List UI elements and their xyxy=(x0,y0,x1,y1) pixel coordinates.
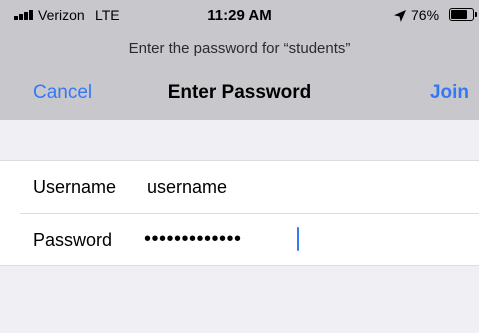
join-button[interactable]: Join xyxy=(430,82,469,104)
network-prompt: Enter the password for “students” xyxy=(128,40,351,57)
password-input[interactable]: ••••••••••••• xyxy=(144,228,242,250)
status-time: 11:29 AM xyxy=(207,7,272,24)
username-row[interactable]: Username xyxy=(0,161,479,213)
username-input[interactable] xyxy=(147,171,467,203)
battery-percent: 76% xyxy=(411,7,440,23)
status-bar: Verizon LTE 11:29 AM 76% xyxy=(0,0,479,34)
location-arrow-icon xyxy=(394,10,406,22)
password-row[interactable]: Password ••••••••••••• xyxy=(0,214,479,266)
dialog-header: Verizon LTE 11:29 AM 76% Enter the passw… xyxy=(0,0,479,120)
text-cursor xyxy=(297,227,299,251)
battery-icon xyxy=(449,8,474,21)
wifi-password-screen: Verizon LTE 11:29 AM 76% Enter the passw… xyxy=(0,0,479,333)
password-label: Password xyxy=(33,230,113,250)
battery-level-fill xyxy=(451,10,467,19)
battery-tip xyxy=(475,12,477,17)
username-label: Username xyxy=(33,177,117,197)
credentials-form: Username Password ••••••••••••• xyxy=(0,160,479,266)
page-title: Enter Password xyxy=(167,82,312,103)
